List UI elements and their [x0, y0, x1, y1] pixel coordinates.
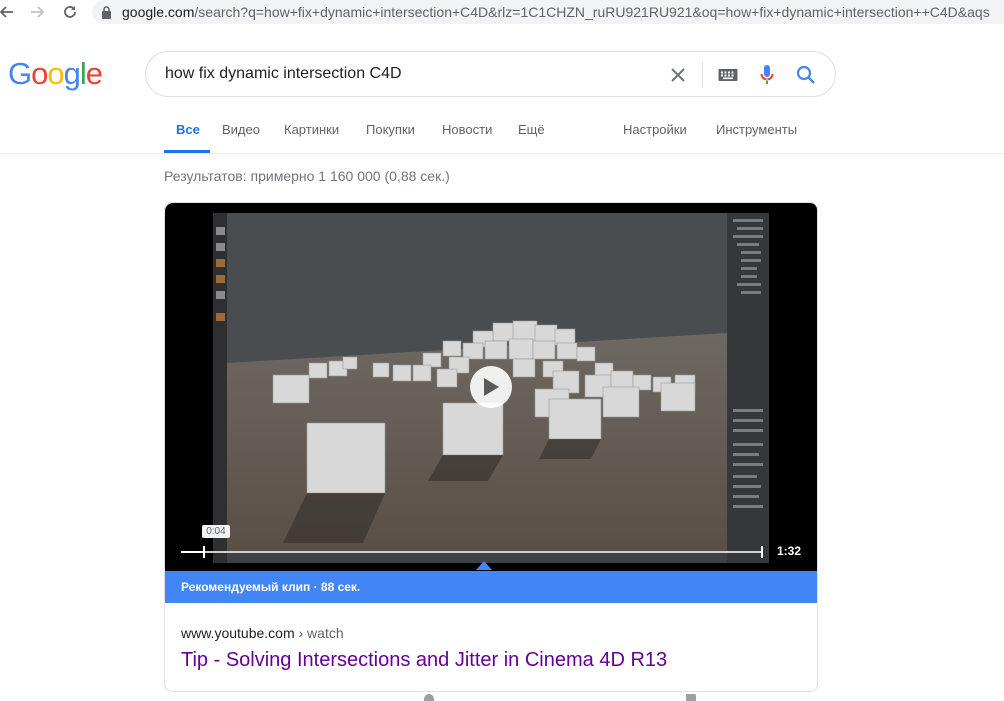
google-logo[interactable]: Google — [8, 56, 103, 92]
tab-shopping[interactable]: Покупки — [366, 122, 415, 137]
logo-letter: g — [63, 56, 81, 91]
progress-track[interactable] — [181, 551, 761, 553]
source-path: › watch — [298, 625, 344, 641]
search-input[interactable] — [165, 52, 665, 96]
active-tab-indicator — [164, 150, 210, 153]
current-time-badge: 0:04 — [202, 525, 230, 538]
microphone-icon[interactable] — [755, 63, 779, 87]
logo-letter: o — [31, 56, 48, 91]
video-result-card: 0:04 1:32 Рекомендуемый клип · 88 сек. w… — [164, 202, 818, 692]
result-stats: Результатов: примерно 1 160 000 (0,88 се… — [164, 168, 450, 184]
search-tabs: Все Видео Картинки Покупки Новости Ещё Н… — [0, 112, 1004, 154]
result-source[interactable]: www.youtube.com › watch — [181, 625, 344, 641]
tab-news[interactable]: Новости — [442, 122, 492, 137]
url-text: google.com/search?q=how+fix+dynamic+inte… — [122, 4, 990, 20]
clip-start-marker[interactable] — [203, 546, 206, 558]
progress-fill — [181, 551, 205, 553]
play-icon[interactable] — [470, 366, 512, 408]
source-host: www.youtube.com — [181, 625, 295, 641]
result-title-link[interactable]: Tip - Solving Intersections and Jitter i… — [181, 649, 667, 672]
lock-icon — [100, 5, 112, 19]
logo-letter: e — [85, 56, 103, 91]
browser-toolbar: google.com/search?q=how+fix+dynamic+inte… — [0, 0, 1004, 24]
feedback-icon[interactable] — [686, 694, 696, 701]
reload-icon[interactable] — [60, 2, 80, 22]
search-box — [145, 51, 836, 97]
suggested-clip-bar[interactable]: Рекомендуемый клип · 88 сек. — [165, 571, 817, 603]
tab-video[interactable]: Видео — [222, 122, 260, 137]
tab-more[interactable]: Ещё — [518, 122, 545, 137]
tab-settings[interactable]: Настройки — [623, 122, 687, 137]
url-host: google.com — [122, 4, 195, 20]
help-icon[interactable] — [424, 694, 434, 701]
tab-tools[interactable]: Инструменты — [716, 122, 797, 137]
keyboard-icon[interactable] — [716, 63, 740, 87]
video-duration: 1:32 — [777, 544, 802, 558]
search-icon[interactable] — [794, 63, 818, 87]
logo-letter: o — [47, 56, 64, 91]
search-divider — [702, 62, 703, 88]
clip-pointer — [476, 561, 492, 570]
clip-end-marker[interactable] — [761, 546, 763, 558]
partial-row-icons — [422, 694, 822, 701]
address-bar[interactable]: google.com/search?q=how+fix+dynamic+inte… — [92, 0, 1004, 24]
logo-letter: G — [8, 56, 32, 91]
tab-images[interactable]: Картинки — [284, 122, 339, 137]
arrow-right-icon[interactable] — [28, 2, 48, 22]
close-icon[interactable] — [666, 63, 690, 87]
arrow-left-icon[interactable] — [0, 2, 16, 22]
tab-all[interactable]: Все — [176, 122, 200, 137]
video-player[interactable]: 0:04 1:32 Рекомендуемый клип · 88 сек. — [165, 203, 817, 603]
url-path: /search?q=how+fix+dynamic+intersection+C… — [194, 4, 990, 20]
